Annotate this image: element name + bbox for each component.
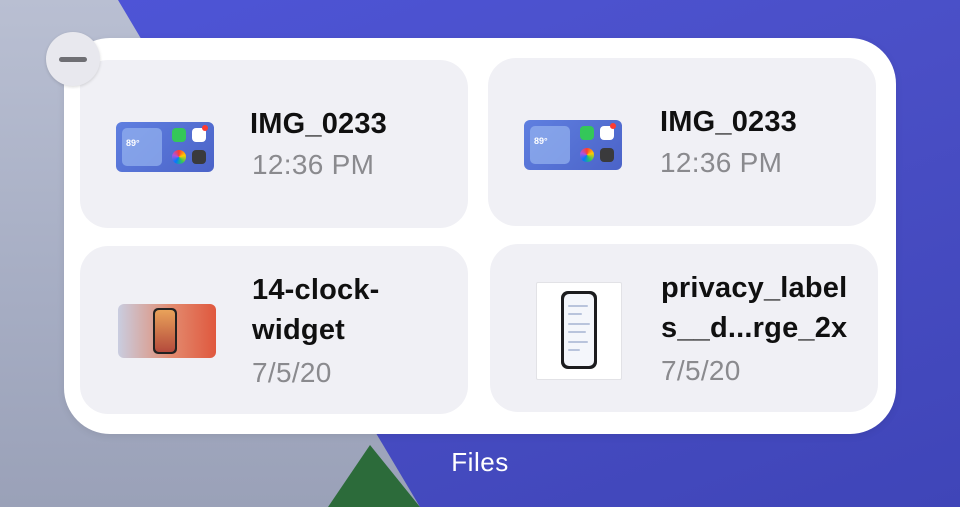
recent-file-tile[interactable]: 89° IMG_0233 12:36 PM (80, 60, 468, 228)
home-screen-thumbnail: 89° (524, 120, 622, 170)
file-name-line2: s__d...rge_2x (661, 312, 848, 344)
file-name-line1: 14-clock- (252, 274, 380, 306)
recent-file-tile[interactable]: privacy_label s__d...rge_2x 7/5/20 (490, 244, 878, 412)
recent-file-tile[interactable]: 14-clock- widget 7/5/20 (80, 246, 468, 414)
home-screen-thumbnail: 89° (116, 122, 214, 172)
files-widget: 89° IMG_0233 12:36 PM 89° IMG_0233 12:36… (64, 38, 896, 434)
file-time: 12:36 PM (252, 149, 375, 180)
clock-widget-thumbnail (118, 304, 216, 358)
privacy-labels-thumbnail (536, 282, 622, 380)
minus-icon (59, 56, 87, 62)
widget-label: Files (451, 447, 509, 477)
file-time: 12:36 PM (660, 147, 783, 178)
file-name: IMG_0233 (250, 108, 388, 140)
file-date: 7/5/20 (252, 357, 332, 388)
file-name-line2: widget (252, 314, 346, 346)
recent-file-tile[interactable]: 89° IMG_0233 12:36 PM (488, 58, 876, 226)
file-name-line1: privacy_label (661, 272, 848, 304)
file-name: IMG_0233 (660, 106, 798, 138)
remove-widget-button[interactable] (46, 32, 100, 86)
file-date: 7/5/20 (661, 355, 741, 386)
